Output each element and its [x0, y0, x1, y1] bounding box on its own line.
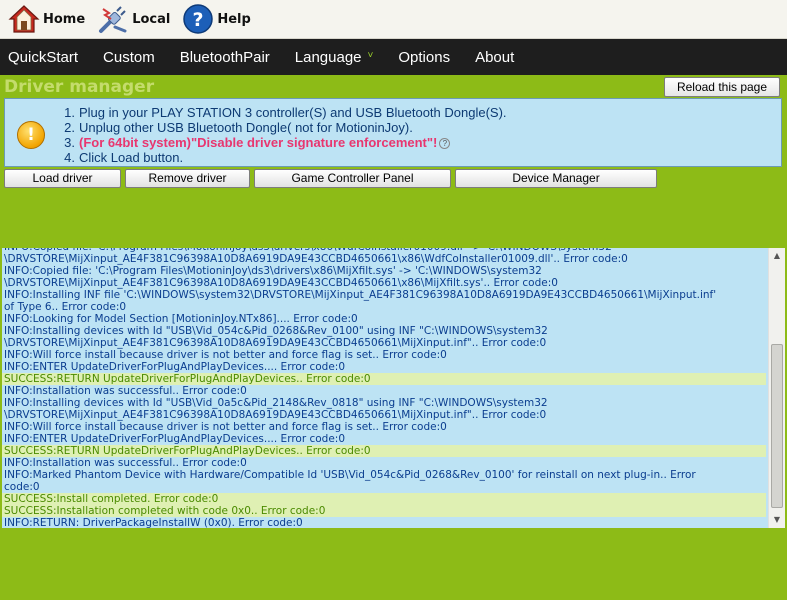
- step-number: 2.: [64, 120, 75, 135]
- log-line-info: INFO:RETURN: DriverPackageInstallW (0x0)…: [4, 517, 303, 528]
- help-label: Help: [217, 11, 251, 27]
- warning-icon: !: [17, 121, 45, 149]
- menu-bluetoothpair-label: BluetoothPair: [179, 48, 270, 66]
- help-icon: ?: [182, 3, 214, 35]
- remove-driver-button[interactable]: Remove driver: [125, 169, 250, 188]
- main-menu: QuickStart Custom BluetoothPair Language…: [0, 39, 787, 75]
- reload-page-button[interactable]: Reload this page: [664, 77, 780, 97]
- instruction-steps: 1. Plug in your PLAY STATION 3 controller…: [53, 105, 507, 165]
- home-label: Home: [43, 11, 86, 27]
- log-line-info: INFO:Installation was successful.. Error…: [4, 385, 247, 397]
- log-lines: INFO:Copied file: 'C:\Program Files\Moti…: [2, 248, 766, 528]
- log-line-info: \DRVSTORE\MijXinput_AE4F381C96398A10D8A6…: [4, 277, 558, 289]
- log-line-info: INFO:ENTER UpdateDriverForPlugAndPlayDev…: [4, 361, 346, 373]
- menu-quickstart-label: QuickStart: [8, 48, 79, 66]
- menu-custom[interactable]: Custom: [103, 49, 155, 66]
- menu-custom-label: Custom: [103, 48, 155, 66]
- log-line-info: code:0: [4, 481, 40, 493]
- page-title: Driver manager: [4, 77, 155, 97]
- log-line-info: INFO:ENTER UpdateDriverForPlugAndPlayDev…: [4, 433, 346, 445]
- log-line-info: \DRVSTORE\MijXinput_AE4F381C96398A10D8A6…: [4, 253, 628, 265]
- log-line-success: SUCCESS:Install completed. Error code:0: [2, 493, 766, 505]
- driver-manager-panel: Driver manager Reload this page ! 1. Plug…: [0, 75, 787, 600]
- log-line-info: \DRVSTORE\MijXinput_AE4F381C96398A10D8A6…: [4, 409, 547, 421]
- log-line-info: \DRVSTORE\MijXinput_AE4F381C96398A10D8A6…: [4, 337, 547, 349]
- top-toolbar: Home Local ? Help: [0, 0, 787, 39]
- log-scrollbar[interactable]: ▲ ▼: [768, 248, 785, 528]
- help-button[interactable]: ? Help: [182, 3, 251, 35]
- device-manager-button[interactable]: Device Manager: [455, 169, 657, 188]
- instruction-step: 4. Click Load button.: [53, 150, 507, 165]
- step-number: 1.: [64, 105, 75, 120]
- step-number: 4.: [64, 150, 75, 165]
- scroll-down-arrow-icon[interactable]: ▼: [769, 512, 785, 528]
- instructions-box: ! 1. Plug in your PLAY STATION 3 controll…: [4, 98, 782, 167]
- instruction-step: 1. Plug in your PLAY STATION 3 controller…: [53, 105, 507, 120]
- home-icon: [8, 3, 40, 35]
- log-line-info: of Type 6.. Error code:0: [4, 301, 127, 313]
- log-line-info: INFO:Marked Phantom Device with Hardware…: [4, 469, 696, 481]
- menu-about-label: About: [475, 48, 515, 66]
- scrollbar-thumb[interactable]: [771, 344, 783, 508]
- log-line-success: SUCCESS:Installation completed with code…: [2, 505, 766, 517]
- install-log[interactable]: INFO:Copied file: 'C:\Program Files\Moti…: [2, 248, 785, 528]
- local-label: Local: [132, 11, 171, 27]
- load-driver-button[interactable]: Load driver: [4, 169, 121, 188]
- scroll-up-arrow-icon[interactable]: ▲: [769, 248, 785, 264]
- log-line-info: INFO:Installing INF file 'C:\WINDOWS\sys…: [4, 289, 717, 301]
- log-line-info: INFO:Installation was successful.. Error…: [4, 457, 247, 469]
- menu-language[interactable]: Language ˅: [295, 49, 374, 66]
- menu-options[interactable]: Options: [398, 49, 450, 66]
- menu-about[interactable]: About: [475, 49, 514, 66]
- game-controller-panel-button[interactable]: Game Controller Panel: [254, 169, 451, 188]
- step-text: Unplug other USB Bluetooth Dongle( not f…: [79, 120, 413, 135]
- log-line-info: INFO:Will force install because driver i…: [4, 421, 447, 433]
- step-number: 3.: [64, 135, 75, 150]
- step-text-warning: (For 64bit system)"Disable driver signat…: [79, 135, 438, 150]
- home-button[interactable]: Home: [8, 3, 85, 35]
- menu-language-label: Language: [294, 48, 362, 66]
- log-line-info: INFO:Looking for Model Section [Motionin…: [4, 313, 358, 325]
- step-text: Click Load button.: [79, 150, 184, 165]
- svg-text:?: ?: [193, 9, 204, 31]
- plug-icon: [97, 3, 129, 35]
- log-line-info: INFO:Installing devices with Id "USB\Vid…: [4, 325, 548, 337]
- menu-options-label: Options: [398, 48, 451, 66]
- log-line-success: SUCCESS:RETURN UpdateDriverForPlugAndPla…: [2, 373, 766, 385]
- step-text: Plug in your PLAY STATION 3 controller(S…: [79, 105, 507, 120]
- chevron-down-icon: ˅: [367, 49, 374, 61]
- log-line-info: INFO:Installing devices with Id "USB\Vid…: [4, 397, 548, 409]
- log-line-info: INFO:Copied file: 'C:\Program Files\Moti…: [4, 265, 542, 277]
- instruction-step: 3. (For 64bit system)"Disable driver sign…: [53, 135, 507, 150]
- log-line-info: INFO:Will force install because driver i…: [4, 349, 447, 361]
- question-icon[interactable]: ?: [439, 138, 451, 149]
- log-line-success: SUCCESS:RETURN UpdateDriverForPlugAndPla…: [2, 445, 766, 457]
- menu-quickstart[interactable]: QuickStart: [8, 49, 78, 66]
- local-button[interactable]: Local: [97, 3, 170, 35]
- menu-bluetoothpair[interactable]: BluetoothPair: [180, 49, 270, 66]
- instruction-step: 2. Unplug other USB Bluetooth Dongle( not…: [53, 120, 507, 135]
